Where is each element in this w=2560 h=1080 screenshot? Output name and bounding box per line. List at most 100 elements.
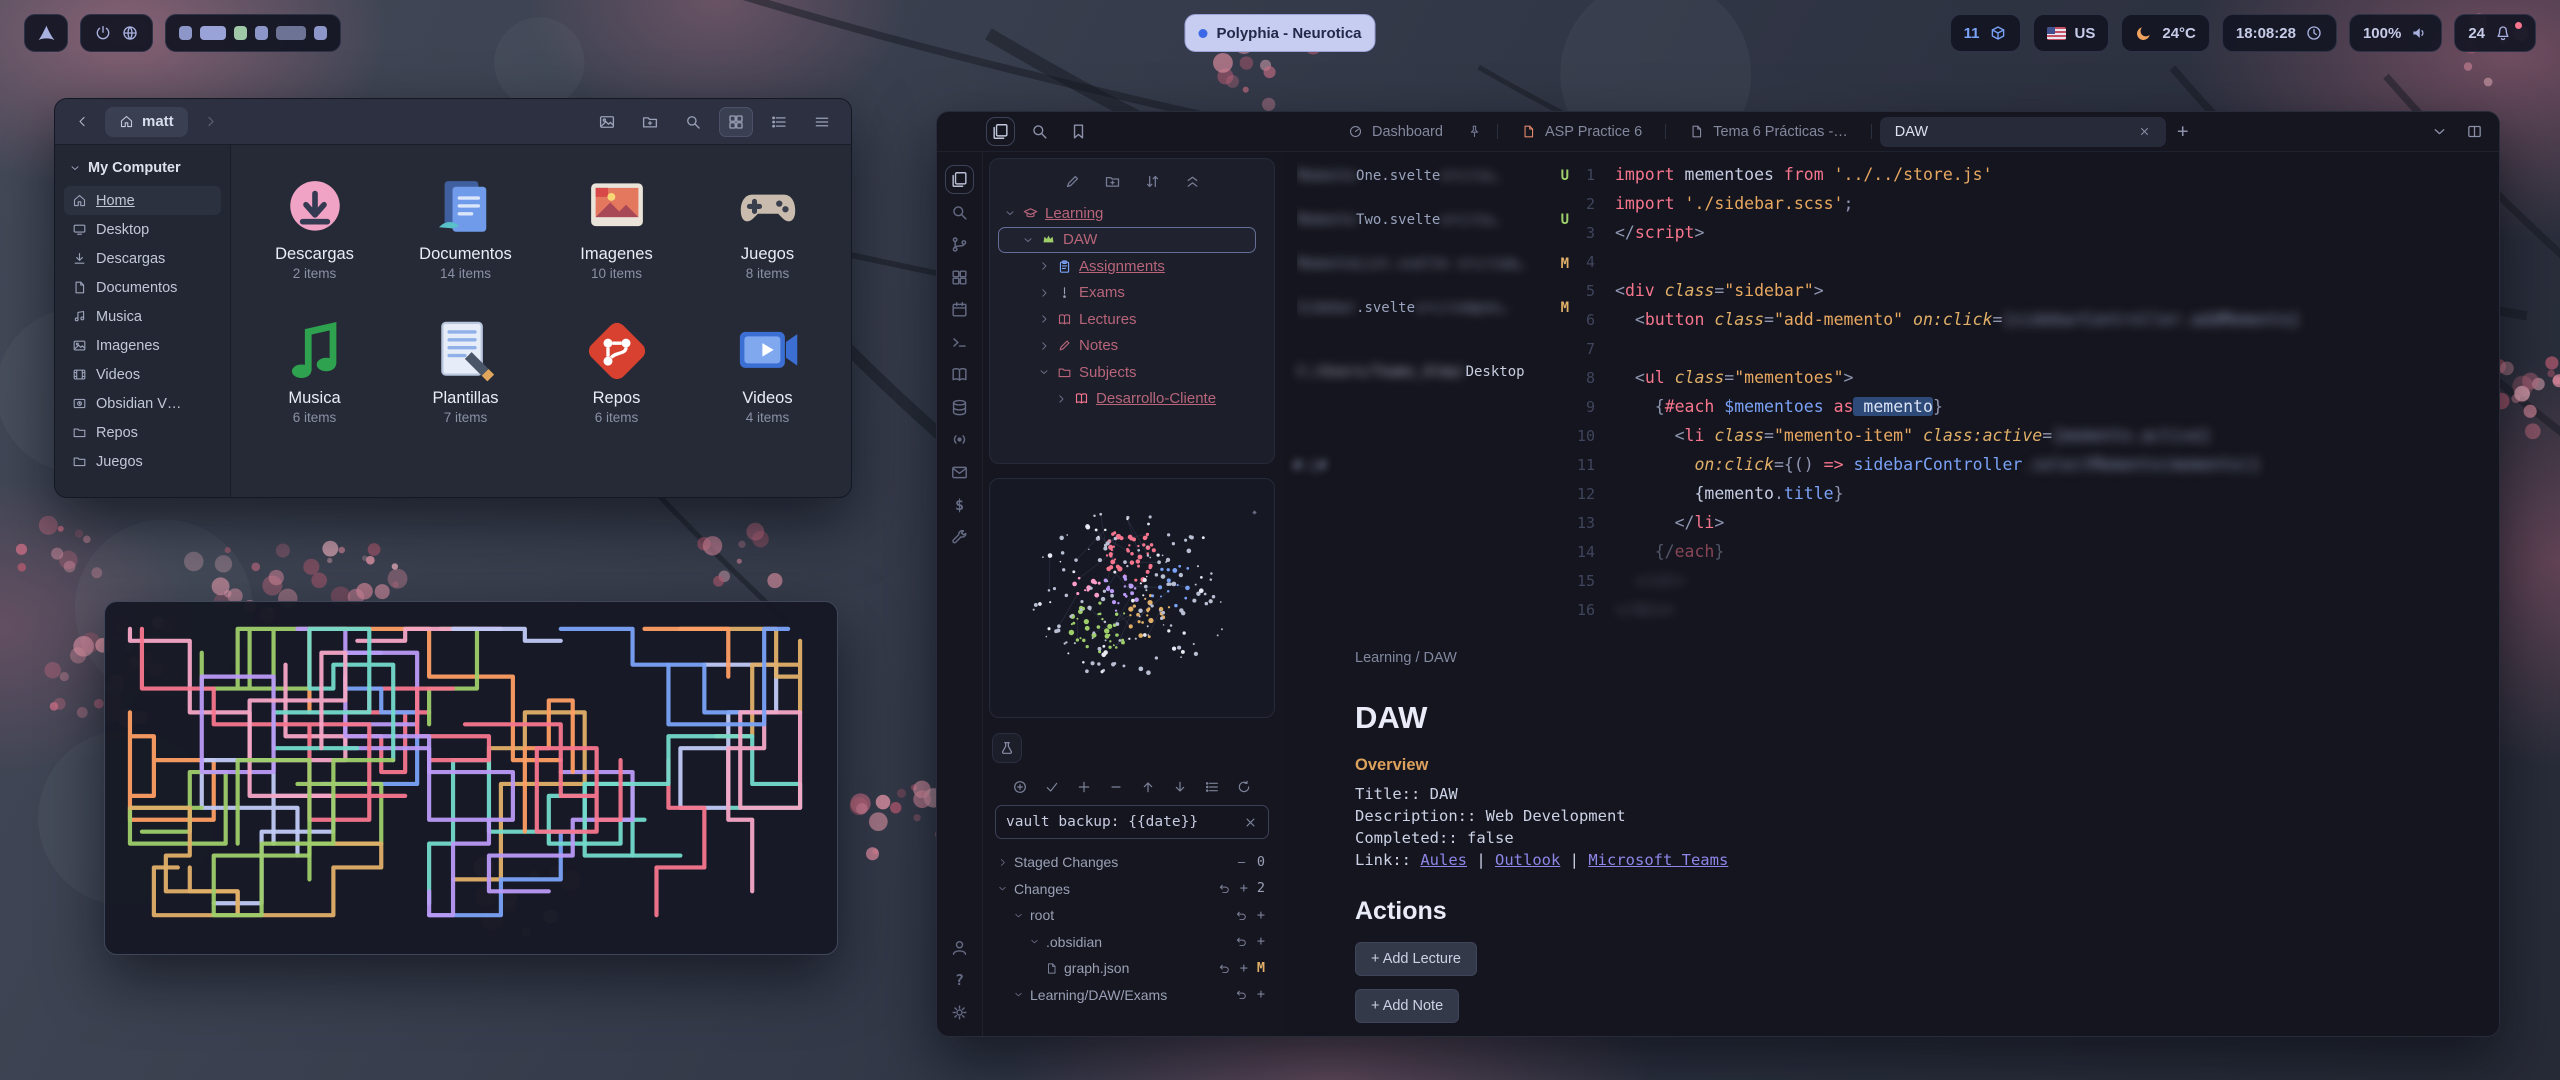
git-row-changes[interactable]: Changes+2 — [989, 876, 1275, 903]
sidebar-item-home[interactable]: Home — [64, 186, 221, 215]
tab-daw[interactable]: DAW — [1880, 117, 2166, 147]
listic-button[interactable] — [762, 107, 796, 137]
git-plus-icon[interactable] — [1076, 779, 1092, 795]
tree-item-learning[interactable]: Learning — [998, 200, 1266, 227]
fplus-button[interactable] — [633, 107, 667, 137]
undo-icon[interactable] — [1218, 962, 1231, 975]
ribbon-book-icon[interactable] — [950, 365, 969, 384]
git-refresh-icon[interactable] — [1236, 779, 1252, 795]
toolbar-collapse-icon[interactable] — [1184, 173, 1201, 190]
local-graph-badge[interactable] — [992, 733, 1022, 763]
git-meta[interactable]: M — [1257, 962, 1265, 976]
sidebar-item-descargas[interactable]: Descargas — [64, 244, 221, 273]
image-button[interactable] — [590, 107, 624, 137]
back-button[interactable] — [67, 107, 97, 137]
grid-button[interactable] — [719, 107, 753, 137]
split-editor-icon[interactable] — [2466, 123, 2483, 140]
close-icon[interactable] — [2138, 125, 2151, 138]
sidebar-item-imagenes[interactable]: Imagenes — [64, 331, 221, 360]
sidebar-tab-bookmark-icon[interactable] — [1069, 122, 1088, 141]
settings-icon[interactable] — [950, 1003, 969, 1022]
recent-file-item[interactable]: MementoOne.svelte src/co…U — [1297, 158, 1571, 194]
ribbon-help-icon[interactable]: ? — [950, 971, 969, 990]
git-row--obsidian[interactable]: .obsidian+ — [989, 929, 1275, 956]
ribbon-git-icon[interactable] — [950, 235, 969, 254]
dash-icon[interactable] — [1235, 856, 1248, 869]
undo-icon[interactable] — [1218, 882, 1231, 895]
module-volume[interactable]: 100% — [2349, 14, 2442, 52]
git-meta[interactable]: 2 — [1257, 882, 1265, 896]
undo-icon[interactable] — [1235, 909, 1248, 922]
sidebar-tab-search-icon[interactable] — [1030, 122, 1049, 141]
tab-list-icon[interactable] — [2431, 123, 2448, 140]
git-minus-icon[interactable] — [1108, 779, 1124, 795]
link-aules[interactable]: Aules — [1420, 851, 1467, 869]
sidebar-item-juegos[interactable]: Juegos — [64, 447, 221, 476]
power-icon[interactable] — [94, 24, 112, 42]
graph-canvas[interactable] — [996, 485, 1268, 711]
folder-descargas[interactable]: Descargas2 items — [239, 171, 390, 281]
code-editor[interactable]: 1import mementoes from '../../store.js'2… — [1571, 160, 2491, 624]
tab-asp-practice-6[interactable]: ASP Practice 6 — [1506, 117, 1657, 147]
git-row-root[interactable]: root+ — [989, 902, 1275, 929]
module-clock[interactable]: 18:08:28 — [2222, 14, 2337, 52]
tree-item-exams[interactable]: Exams — [998, 280, 1266, 307]
clear-icon[interactable] — [1243, 815, 1258, 830]
sidebar-item-musica[interactable]: Musica — [64, 302, 221, 331]
button--add-note[interactable]: + Add Note — [1355, 989, 1459, 1023]
ribbon-db-icon[interactable] — [950, 398, 969, 417]
sidebar-item-repos[interactable]: Repos — [64, 418, 221, 447]
workspace-item[interactable] — [234, 26, 247, 40]
folder-plantillas[interactable]: Plantillas7 items — [390, 315, 541, 425]
tab-dashboard[interactable]: Dashboard — [1333, 117, 1458, 147]
tree-item-desarrollo-cliente[interactable]: Desarrollo-Cliente — [998, 386, 1266, 413]
git-check-icon[interactable] — [1044, 779, 1060, 795]
undo-icon[interactable] — [1235, 935, 1248, 948]
forward-button[interactable] — [196, 107, 226, 137]
recent-file-item[interactable]: Sidebar.svelte src/compon…M — [1297, 290, 1571, 326]
folder-juegos[interactable]: Juegos8 items — [692, 171, 843, 281]
sidebar-header[interactable]: My Computer — [64, 158, 221, 186]
git-meta[interactable]: + — [1257, 935, 1265, 949]
folder-videos[interactable]: Videos4 items — [692, 315, 843, 425]
ribbon-mail-icon[interactable] — [950, 463, 969, 482]
module-notifications[interactable]: 24 — [2454, 14, 2536, 52]
pipes-terminal-window[interactable] — [104, 601, 838, 955]
recent-file-item[interactable]: MementoList.svelte src/com…M — [1297, 246, 1571, 282]
workspace-item[interactable] — [200, 26, 226, 40]
new-tab-button[interactable]: + — [2168, 117, 2198, 147]
git-row-staged-changes[interactable]: Staged Changes0 — [989, 849, 1275, 876]
tree-item-notes[interactable]: Notes — [998, 333, 1266, 360]
toolbar-fplus-icon[interactable] — [1104, 173, 1121, 190]
sidebar-tab-files-icon[interactable] — [991, 122, 1010, 141]
tree-item-subjects[interactable]: Subjects — [998, 359, 1266, 386]
ribbon-terminal-icon[interactable] — [950, 333, 969, 352]
module-keyboard-layout[interactable]: US — [2033, 14, 2110, 52]
ribbon-files-icon[interactable] — [950, 170, 969, 189]
git-uparrow-icon[interactable] — [1140, 779, 1156, 795]
tree-item-daw[interactable]: DAW — [998, 227, 1256, 254]
folder-imagenes[interactable]: Imagenes10 items — [541, 171, 692, 281]
toolbar-sort-icon[interactable] — [1144, 173, 1161, 190]
git-meta[interactable]: + — [1257, 988, 1265, 1002]
module-updates[interactable]: 11 — [1950, 14, 2021, 52]
tab-tema-6-pr-cticas-[interactable]: Tema 6 Prácticas -… — [1674, 117, 1863, 147]
git-downarrow-icon[interactable] — [1172, 779, 1188, 795]
sidebar-item-desktop[interactable]: Desktop — [64, 215, 221, 244]
folder-musica[interactable]: Musica6 items — [239, 315, 390, 425]
folder-documentos[interactable]: Documentos14 items — [390, 171, 541, 281]
menu-button[interactable] — [805, 107, 839, 137]
launcher-button[interactable] — [24, 14, 68, 52]
media-player-pill[interactable]: Polyphia - Neurotica — [1184, 14, 1375, 52]
file-manager-titlebar[interactable]: matt — [55, 99, 851, 145]
recent-file-item[interactable]: MementoTwo.svelte src/co…U — [1297, 202, 1571, 238]
link-microsoft-teams[interactable]: Microsoft Teams — [1588, 851, 1728, 869]
git-meta[interactable]: 0 — [1257, 856, 1265, 870]
toolbar-note-icon[interactable] — [1064, 173, 1081, 190]
git-circleplus-icon[interactable] — [1012, 779, 1028, 795]
undo-icon[interactable] — [1235, 988, 1248, 1001]
tree-item-assignments[interactable]: Assignments — [998, 253, 1266, 280]
graph-target-icon[interactable] — [1246, 519, 1263, 536]
search-button[interactable] — [676, 107, 710, 137]
sidebar-item-documentos[interactable]: Documentos — [64, 273, 221, 302]
